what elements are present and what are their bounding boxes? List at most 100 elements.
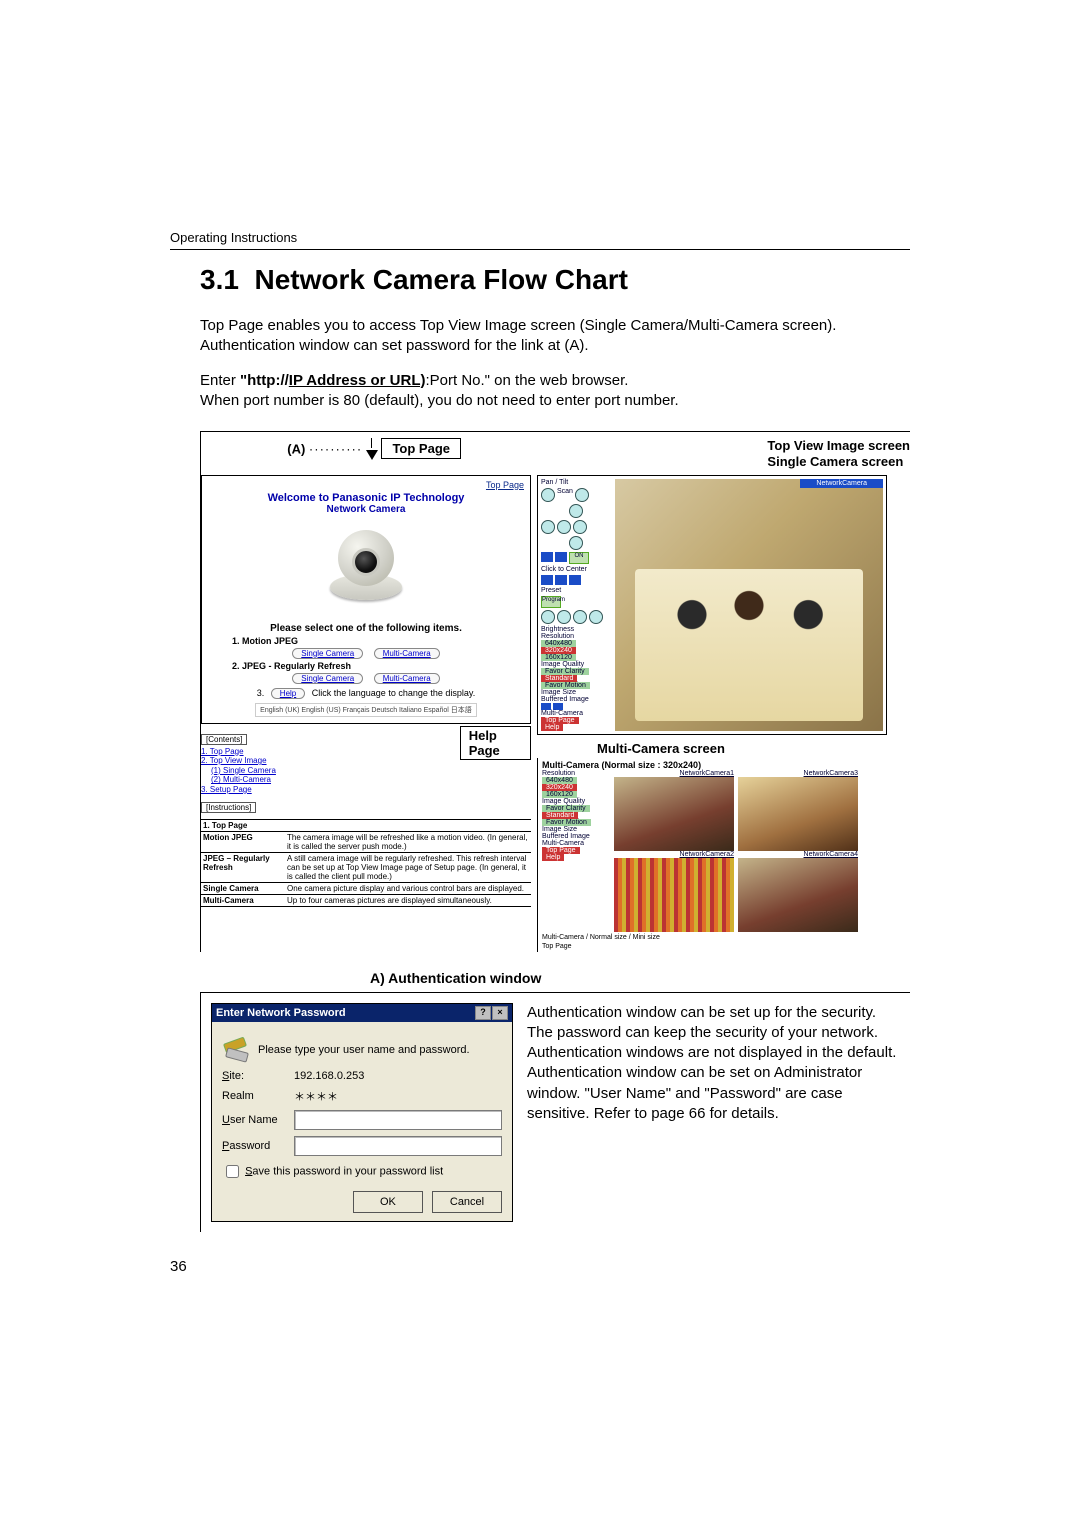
contents-link-1[interactable]: 1. Top Page (201, 747, 320, 757)
camera-lens-icon (352, 548, 380, 576)
running-head: Operating Instructions (170, 230, 910, 250)
top-page-item-3-num: 3. (257, 688, 265, 698)
realm-label: Realm (222, 1090, 294, 1102)
mc-nc2[interactable]: NetworkCamera2 (614, 851, 734, 858)
save-password-checkbox[interactable] (226, 1165, 239, 1178)
iq-standard[interactable]: Standard (541, 675, 577, 682)
zoom-minus-icon[interactable] (541, 575, 553, 585)
pill-single-2[interactable]: Single Camera (292, 673, 363, 684)
contents-link-2[interactable]: 2. Top View Image (201, 756, 320, 766)
mc-res-640[interactable]: 640x480 (542, 777, 577, 784)
contents-header: [Contents] (201, 734, 247, 745)
close-icon[interactable]: × (492, 1006, 508, 1020)
mc-side-controls: Resolution 640x480 320x240 160x120 Image… (542, 770, 610, 861)
pill-single-1[interactable]: Single Camera (292, 648, 363, 659)
pill-help[interactable]: Help (271, 688, 305, 699)
mc-iq-standard[interactable]: Standard (542, 812, 578, 819)
label-a-dots: ·········· (309, 441, 362, 456)
mc-res-320[interactable]: 320x240 (542, 784, 577, 791)
pan-l2-icon[interactable] (541, 520, 555, 534)
instructions-table: 1. Top Page Motion JPEGThe camera image … (201, 819, 531, 907)
program-btn[interactable]: Program (541, 596, 561, 608)
sc-top-page[interactable]: Top Page (541, 717, 579, 724)
pill-multi-1[interactable]: Multi-Camera (374, 648, 440, 659)
photo-placeholder-icon (635, 569, 863, 720)
enter-instructions: Enter "http://IP Address or URL):Port No… (200, 371, 910, 412)
password-label: Password (222, 1140, 294, 1152)
res-160[interactable]: 160x120 (541, 654, 576, 661)
contents-link-2b[interactable]: (2) Multi-Camera (211, 775, 320, 785)
username-field[interactable] (294, 1110, 502, 1130)
password-field[interactable] (294, 1136, 502, 1156)
buf-2[interactable] (553, 703, 563, 710)
enter-line2: When port number is 80 (default), you do… (200, 392, 679, 409)
sc-brightness: Brightness (541, 626, 611, 633)
single-camera-card: Pan / Tilt Scan ON Click to Center Prese… (537, 475, 887, 735)
tilt-down-icon[interactable] (569, 536, 583, 550)
table-row: 1. Top Page (201, 820, 531, 832)
mc-iq-motion[interactable]: Favor Motion (542, 819, 591, 826)
contents-link-2a[interactable]: (1) Single Camera (211, 766, 320, 776)
p2-icon[interactable] (557, 610, 571, 624)
mc-help[interactable]: Help (542, 854, 564, 861)
table-row: Single CameraOne camera picture display … (201, 883, 531, 895)
zoom-plus-icon[interactable] (569, 575, 581, 585)
top-page-mini-title[interactable]: Top Page (208, 480, 524, 490)
save-password-row[interactable]: Save this password in your password list (222, 1162, 502, 1181)
camera-illustration (208, 519, 524, 619)
section-heading: Network Camera Flow Chart (255, 264, 628, 295)
enter-prefix: Enter (200, 372, 240, 389)
zoom-std-icon[interactable] (555, 575, 567, 585)
pan-left-icon[interactable] (541, 488, 555, 502)
iq-motion[interactable]: Favor Motion (541, 682, 590, 689)
sc-multi: Multi-Camera (541, 710, 611, 717)
preset-2-icon[interactable] (555, 552, 567, 562)
language-bar[interactable]: English (UK) English (US) Français Deuts… (255, 703, 477, 717)
pan-r2-icon[interactable] (573, 520, 587, 534)
help-icon[interactable]: ? (475, 1006, 491, 1020)
label-a-group: (A) ·········· Top Page (201, 438, 461, 471)
mc-footer-2[interactable]: Top Page (542, 943, 887, 950)
table-row: JPEG – Regularly RefreshA still camera i… (201, 853, 531, 883)
preset-1-icon[interactable] (541, 552, 553, 562)
mc-thumb-4 (738, 858, 858, 932)
realm-value: ＊＊＊＊ (294, 1088, 502, 1104)
enter-url-bold: "http://IP Address or URL) (240, 372, 425, 389)
flow-right-column: Pan / Tilt Scan ON Click to Center Prese… (537, 475, 887, 952)
mc-nc3[interactable]: NetworkCamera3 (738, 770, 858, 777)
iq-clarity[interactable]: Favor Clarity (541, 668, 589, 675)
p3-icon[interactable] (573, 610, 587, 624)
contents-link-3[interactable]: 3. Setup Page (201, 785, 320, 795)
mc-iq-clarity[interactable]: Favor Clarity (542, 805, 590, 812)
label-a: (A) (287, 441, 305, 456)
res-320[interactable]: 320x240 (541, 647, 576, 654)
mc-title: Multi-Camera (Normal size : 320x240) (542, 760, 887, 770)
res-640[interactable]: 640x480 (541, 640, 576, 647)
save-password-label: ave this password in your password list (252, 1165, 443, 1177)
instructions-header: [Instructions] (201, 802, 256, 813)
page-number: 36 (170, 1258, 910, 1275)
mc-res-160[interactable]: 160x120 (542, 791, 577, 798)
sc-click-center: Click to Center (541, 566, 611, 573)
cancel-button[interactable]: Cancel (432, 1191, 502, 1213)
tilt-up-icon[interactable] (569, 504, 583, 518)
single-camera-controls: Pan / Tilt Scan ON Click to Center Prese… (541, 479, 611, 731)
p4-icon[interactable] (589, 610, 603, 624)
mc-nc4[interactable]: NetworkCamera4 (738, 851, 858, 858)
single-camera-photo: NetworkCamera (615, 479, 883, 731)
keys-icon (222, 1036, 250, 1064)
ok-button[interactable]: OK (353, 1191, 423, 1213)
mc-footer-1[interactable]: Multi-Camera / Normal size / Mini size (542, 934, 887, 941)
pan-right-icon[interactable] (575, 488, 589, 502)
p1-icon[interactable] (541, 610, 555, 624)
sc-help[interactable]: Help (541, 724, 563, 731)
pill-multi-2[interactable]: Multi-Camera (374, 673, 440, 684)
site-value: 192.168.0.253 (294, 1070, 502, 1082)
buf-1[interactable] (541, 703, 551, 710)
sc-image-quality: Image Quality (541, 661, 611, 668)
preset-on-icon[interactable]: ON (569, 552, 589, 564)
mc-nc1[interactable]: NetworkCamera1 (614, 770, 734, 777)
sc-preset: Preset (541, 587, 611, 594)
home-icon[interactable] (557, 520, 571, 534)
mc-top[interactable]: Top Page (542, 847, 580, 854)
